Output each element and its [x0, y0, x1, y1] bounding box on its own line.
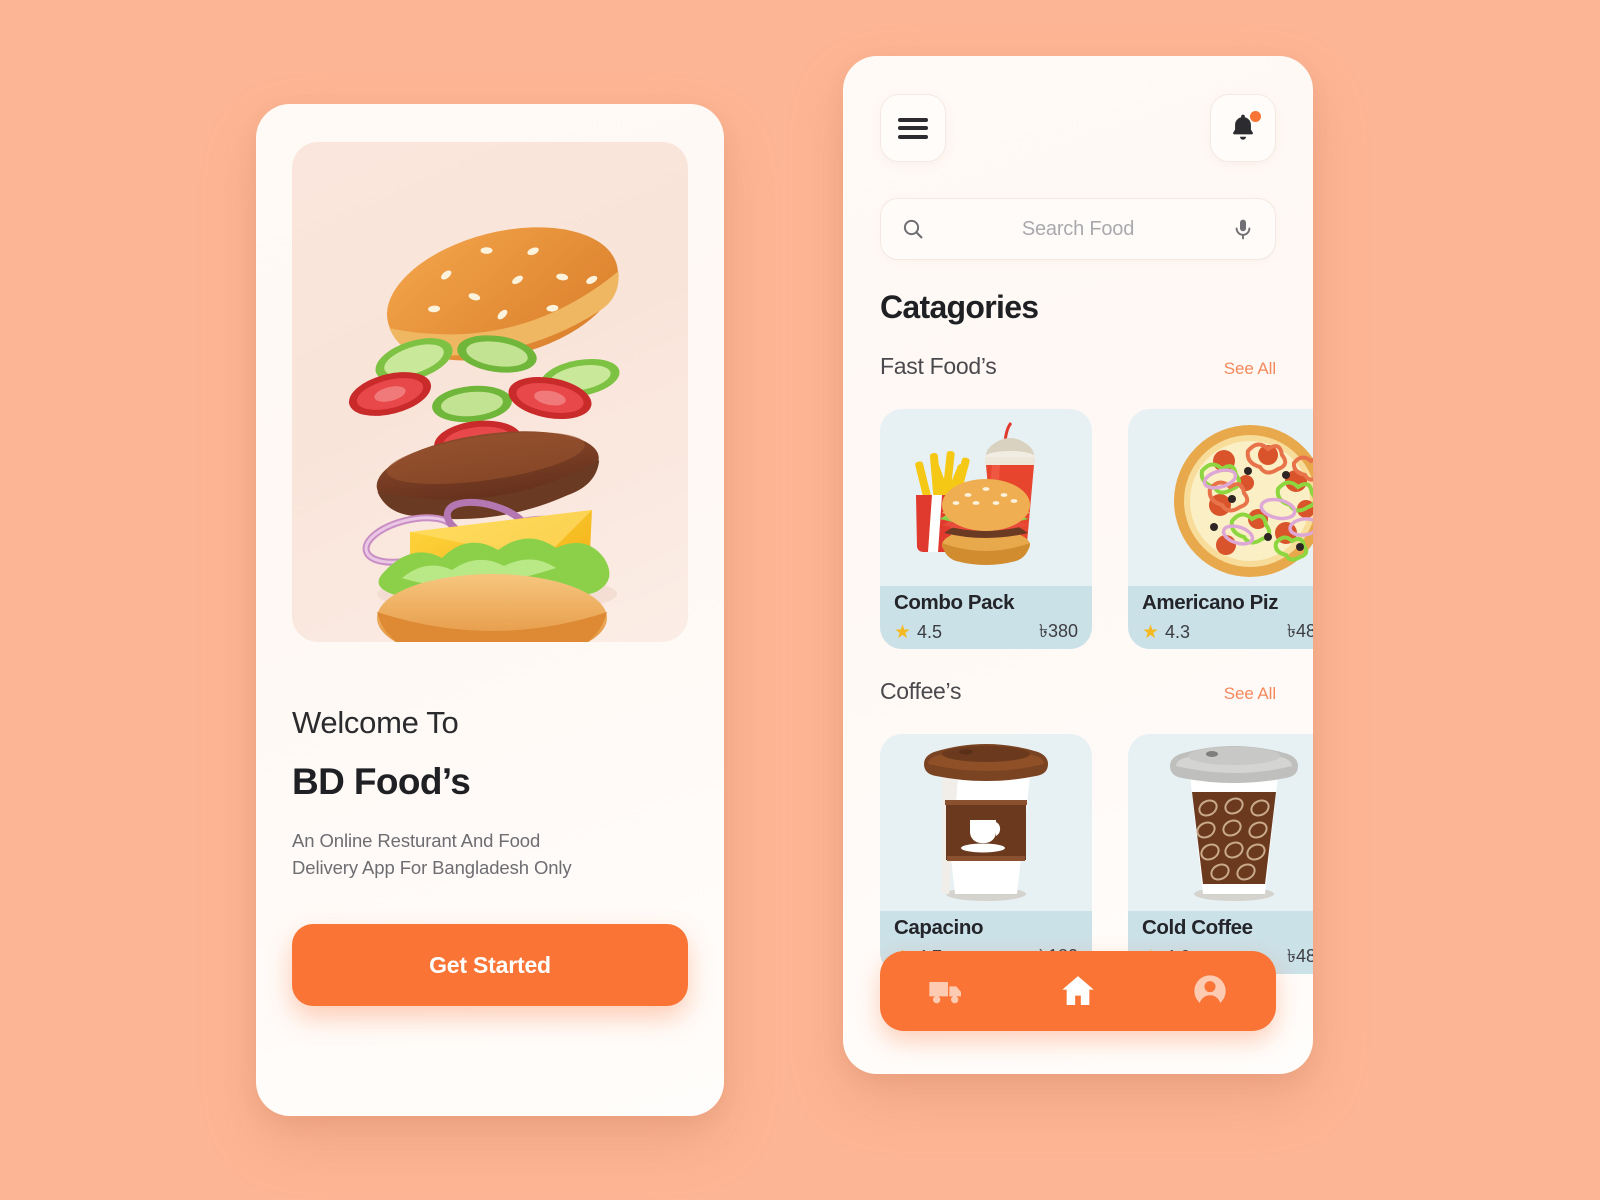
search-input[interactable] — [939, 217, 1217, 241]
card-footer: Americano Piz ★ 4.3 ৳480 — [1128, 586, 1313, 649]
food-name: Capacino — [894, 916, 984, 939]
pizza-illustration — [1174, 425, 1313, 577]
star-icon: ★ — [1142, 622, 1160, 643]
cappuccino-illustration — [924, 744, 1048, 901]
food-name: Americano Piz — [1142, 591, 1279, 614]
card-image — [1128, 734, 1313, 911]
rating-value: 4.5 — [917, 622, 943, 642]
exploded-burger-illustration — [348, 227, 620, 642]
fast-food-card-row: Combo Pack ★ 4.5 ৳380 Americano Piz ★ 4.… — [880, 409, 1313, 649]
hero-illustration-panel — [292, 142, 688, 642]
hamburger-menu-icon — [898, 113, 928, 143]
profile-icon — [1194, 975, 1226, 1008]
price: ৳480 — [1287, 946, 1313, 966]
onboarding-screen: Welcome To BD Food’s An Online Resturant… — [256, 104, 724, 1116]
page-title: Catagories — [880, 289, 1039, 325]
search-icon — [903, 219, 923, 239]
card-image — [1128, 409, 1313, 586]
card-footer: Combo Pack ★ 4.5 ৳380 — [880, 586, 1092, 649]
top-bar — [880, 94, 1276, 162]
see-all-fast-food[interactable]: See All — [1224, 359, 1276, 379]
notification-dot — [1250, 111, 1261, 122]
card-image — [880, 734, 1092, 911]
food-card-cold-coffee[interactable]: Cold Coffee ★ 4.6 ৳480 — [1128, 734, 1313, 974]
rating-value: 4.3 — [1165, 622, 1191, 642]
see-all-coffees[interactable]: See All — [1224, 684, 1276, 704]
search-bar[interactable] — [880, 198, 1276, 260]
nav-item-home[interactable] — [1058, 971, 1098, 1011]
price: ৳380 — [1039, 621, 1078, 641]
nav-item-delivery[interactable] — [926, 971, 966, 1011]
combo-pack-illustration — [915, 422, 1035, 565]
coffee-card-row: Capacino ★ 4.7 ৳180 — [880, 734, 1313, 974]
section-title: Fast Food’s — [880, 353, 997, 379]
microphone-icon[interactable] — [1231, 217, 1255, 241]
card-image — [880, 409, 1092, 586]
rating: ★ 4.3 — [1142, 622, 1190, 643]
app-name: BD Food’s — [292, 761, 471, 803]
home-icon — [1062, 976, 1094, 1005]
menu-button[interactable] — [880, 94, 946, 162]
tagline-line-1: An Online Resturant And Food — [292, 829, 541, 851]
welcome-line: Welcome To — [292, 705, 459, 740]
welcome-text-block: Welcome To BD Food’s An Online Resturant… — [292, 704, 692, 882]
food-card-americano-pizza[interactable]: Americano Piz ★ 4.3 ৳480 — [1128, 409, 1313, 649]
tagline: An Online Resturant And Food Delivery Ap… — [292, 827, 692, 883]
price: ৳480 — [1287, 621, 1313, 641]
delivery-truck-icon — [929, 982, 961, 1004]
section-header-coffees: Coffee’s See All — [880, 678, 1276, 705]
food-name: Combo Pack — [894, 591, 1015, 614]
home-screen: Catagories Fast Food’s See All — [843, 56, 1313, 1074]
rating: ★ 4.5 — [894, 622, 942, 643]
notification-button[interactable] — [1210, 94, 1276, 162]
food-card-combo-pack[interactable]: Combo Pack ★ 4.5 ৳380 — [880, 409, 1092, 649]
bottom-navigation-bar — [880, 951, 1276, 1031]
nav-item-profile[interactable] — [1190, 971, 1230, 1011]
food-name: Cold Coffee — [1142, 916, 1253, 939]
tagline-line-2: Delivery App For Bangladesh Only — [292, 857, 572, 879]
food-card-capacino[interactable]: Capacino ★ 4.7 ৳180 — [880, 734, 1092, 974]
cold-coffee-illustration — [1170, 746, 1298, 901]
section-title: Coffee’s — [880, 678, 962, 704]
section-header-fast-food: Fast Food’s See All — [880, 353, 1276, 380]
get-started-button[interactable]: Get Started — [292, 924, 688, 1006]
star-icon: ★ — [894, 622, 912, 643]
